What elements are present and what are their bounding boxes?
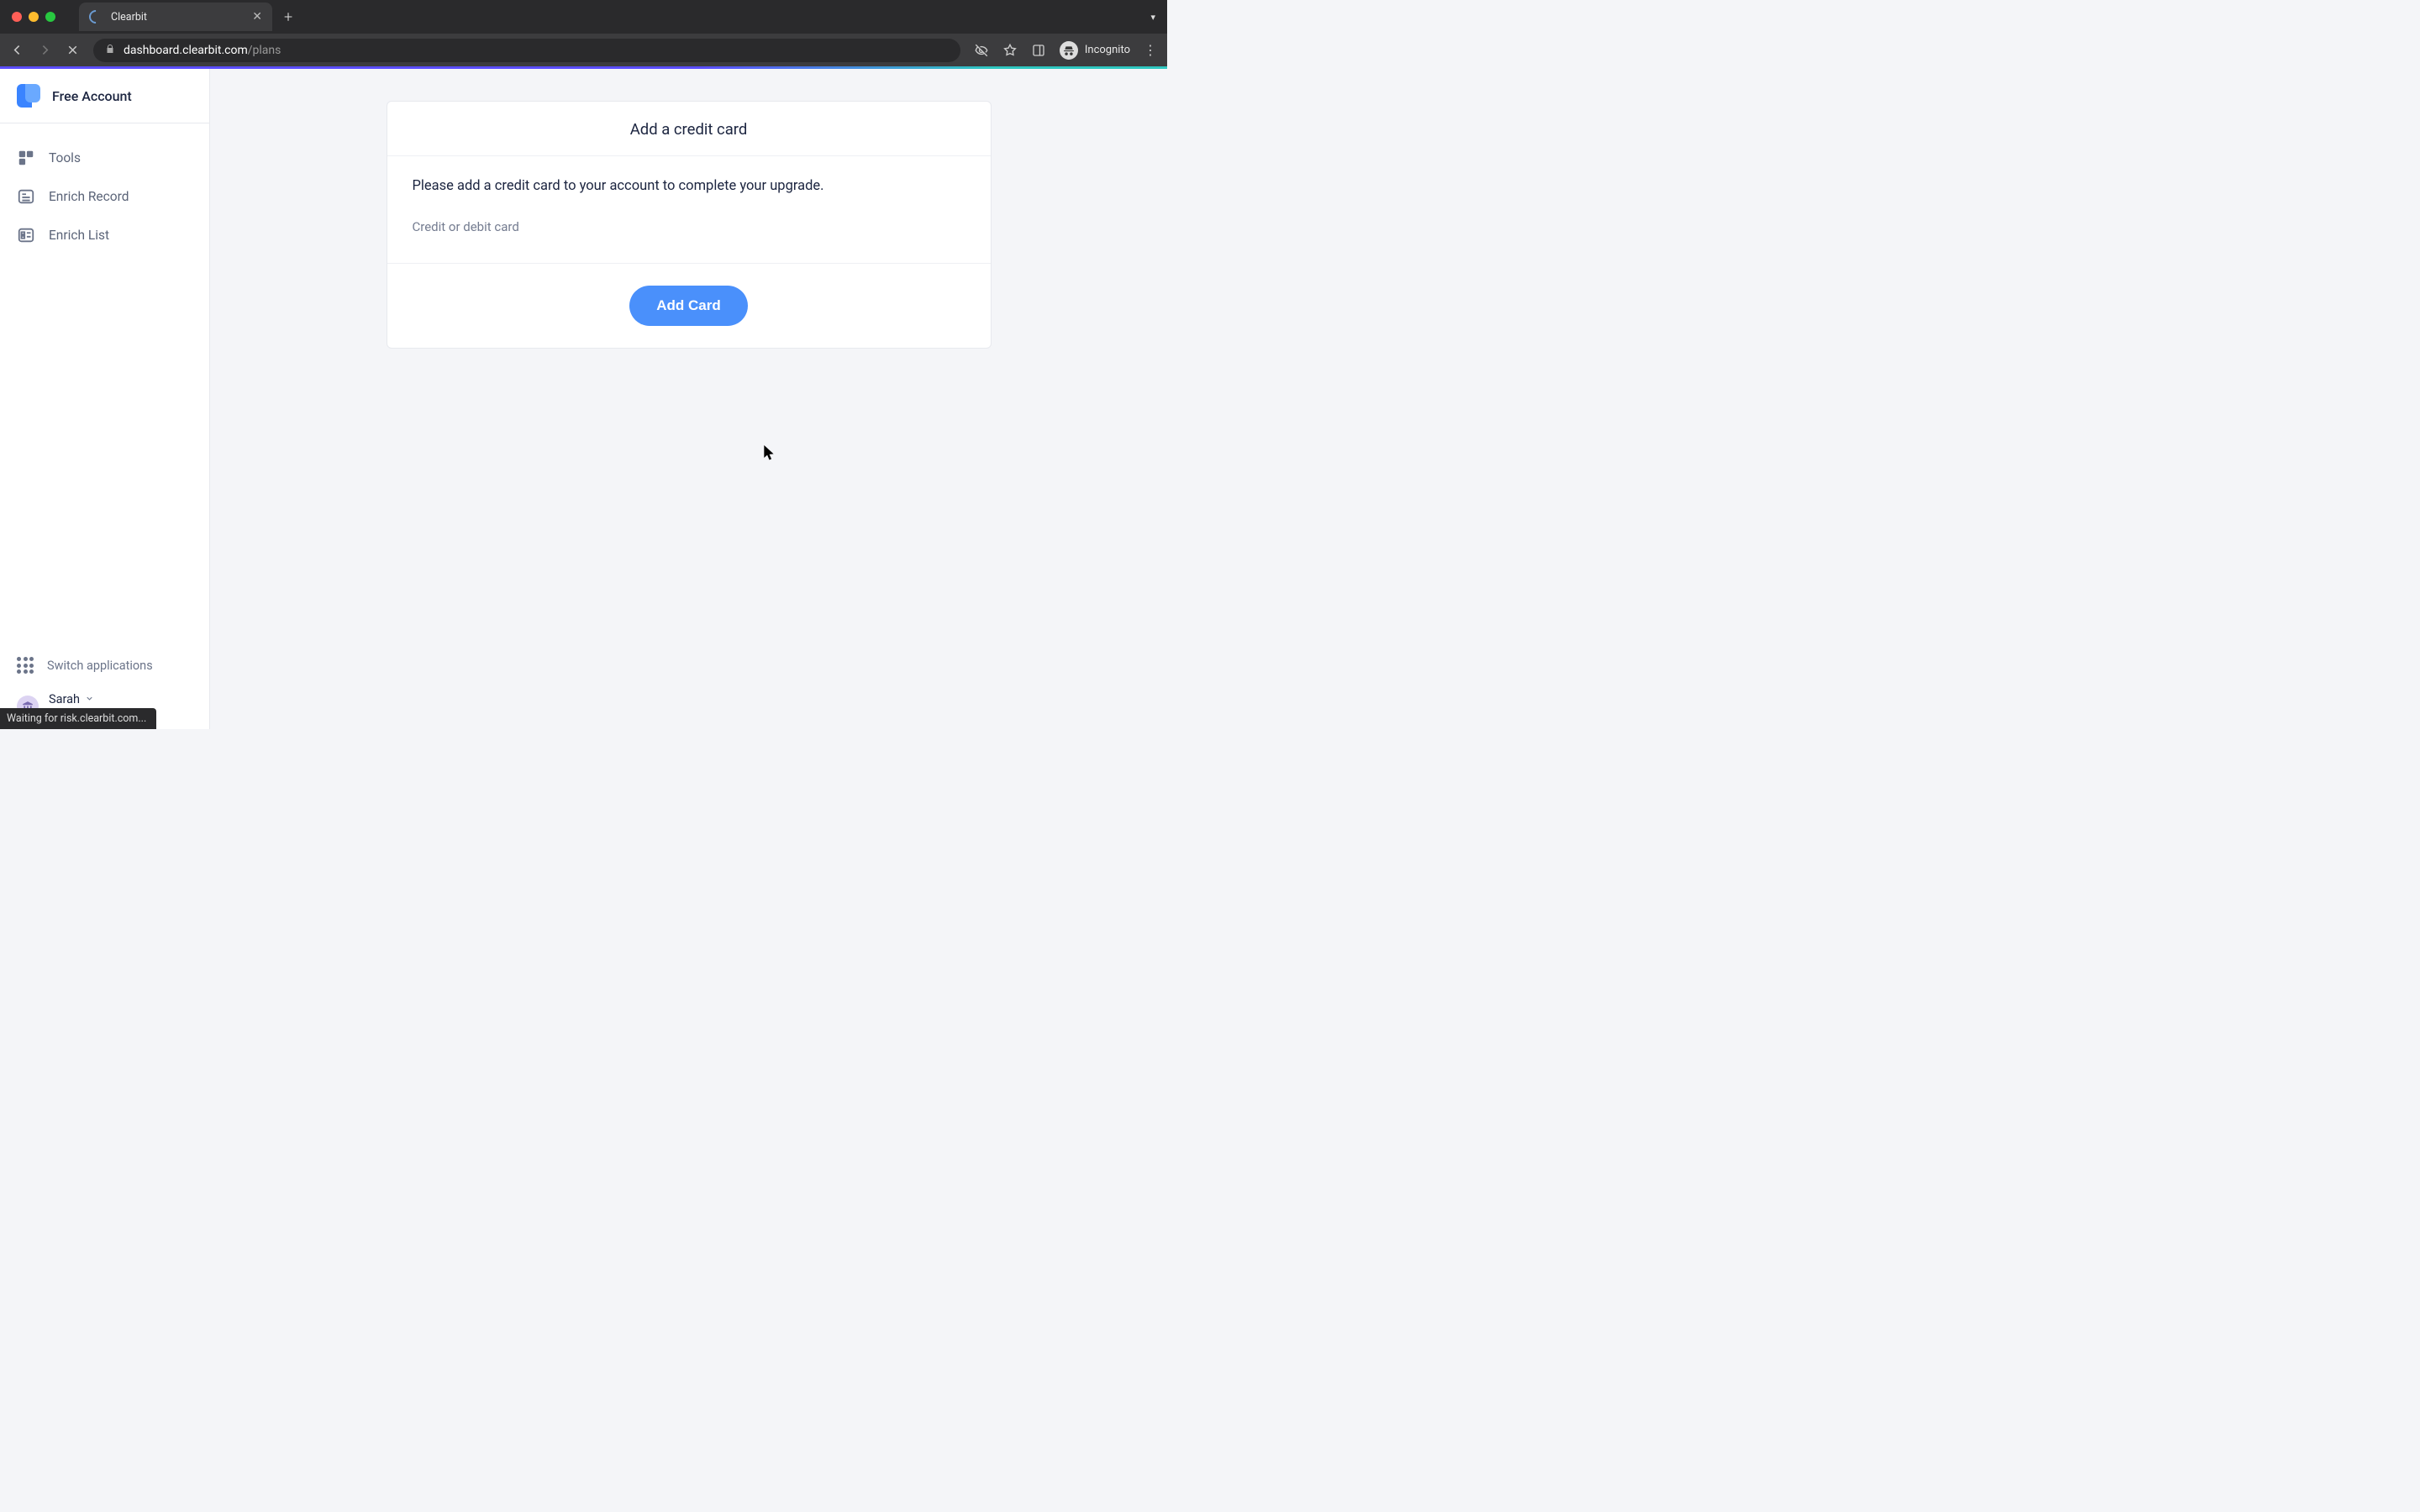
app-root: Free Account Tools Enrich Record Enrich … [0, 69, 1167, 729]
browser-tab[interactable]: Clearbit ✕ [79, 3, 272, 31]
url-domain: dashboard.clearbit.com [124, 44, 248, 57]
panel-description: Please add a credit card to your account… [413, 178, 965, 194]
sidebar-item-label: Enrich List [49, 228, 109, 243]
clearbit-logo-icon [17, 84, 40, 108]
panel-title: Add a credit card [387, 102, 991, 156]
forward-button[interactable] [38, 43, 52, 57]
card-field-label: Credit or debit card [413, 219, 965, 234]
record-icon [17, 187, 35, 206]
loading-spinner-icon [87, 8, 106, 27]
browser-chrome: Clearbit ✕ + ▾ dashboard.clearbit.com/pl… [0, 0, 1167, 66]
tab-close-button[interactable]: ✕ [252, 10, 262, 24]
panel-footer: Add Card [387, 264, 991, 348]
kebab-menu-icon[interactable]: ⋮ [1144, 49, 1157, 52]
status-bar: Waiting for risk.clearbit.com... [0, 708, 156, 729]
tab-title: Clearbit [111, 11, 244, 24]
add-card-button[interactable]: Add Card [629, 286, 748, 326]
bookmark-star-icon[interactable] [1002, 43, 1018, 58]
sidebar-item-enrich-record[interactable]: Enrich Record [0, 177, 209, 216]
account-label: Free Account [52, 88, 132, 104]
address-bar: dashboard.clearbit.com/plans Incognito ⋮ [0, 34, 1167, 66]
stop-reload-button[interactable] [66, 43, 80, 57]
sidebar-item-label: Tools [49, 150, 81, 165]
tab-bar: Clearbit ✕ + ▾ [0, 0, 1167, 34]
list-icon [17, 226, 35, 244]
sidebar-item-tools[interactable]: Tools [0, 139, 209, 177]
window-controls [12, 12, 55, 22]
credit-card-panel: Add a credit card Please add a credit ca… [387, 101, 992, 349]
eye-off-icon[interactable] [974, 43, 989, 58]
sidebar: Free Account Tools Enrich Record Enrich … [0, 69, 210, 729]
incognito-indicator[interactable]: Incognito [1060, 41, 1130, 60]
lock-icon [105, 43, 115, 57]
sidebar-item-enrich-list[interactable]: Enrich List [0, 216, 209, 255]
new-tab-button[interactable]: + [284, 8, 292, 26]
window-minimize-button[interactable] [29, 12, 39, 22]
incognito-label: Incognito [1085, 44, 1130, 56]
sidebar-nav: Tools Enrich Record Enrich List [0, 123, 209, 637]
window-maximize-button[interactable] [45, 12, 55, 22]
url-path: /plans [248, 44, 281, 57]
window-close-button[interactable] [12, 12, 22, 22]
user-name: Sarah [49, 692, 80, 706]
account-header[interactable]: Free Account [0, 69, 209, 123]
main-content: Add a credit card Please add a credit ca… [210, 69, 1167, 729]
tabs-dropdown-icon[interactable]: ▾ [1150, 12, 1155, 23]
panel-icon[interactable] [1031, 43, 1046, 58]
switch-applications-button[interactable]: Switch applications [17, 648, 192, 682]
switch-apps-label: Switch applications [47, 659, 153, 673]
back-button[interactable] [10, 43, 24, 57]
grid-icon [17, 149, 35, 167]
sidebar-item-label: Enrich Record [49, 189, 129, 204]
address-input[interactable]: dashboard.clearbit.com/plans [93, 39, 960, 62]
incognito-icon [1060, 41, 1078, 60]
apps-grid-icon [17, 657, 34, 674]
chevron-down-icon [85, 692, 94, 706]
panel-body: Please add a credit card to your account… [387, 156, 991, 264]
